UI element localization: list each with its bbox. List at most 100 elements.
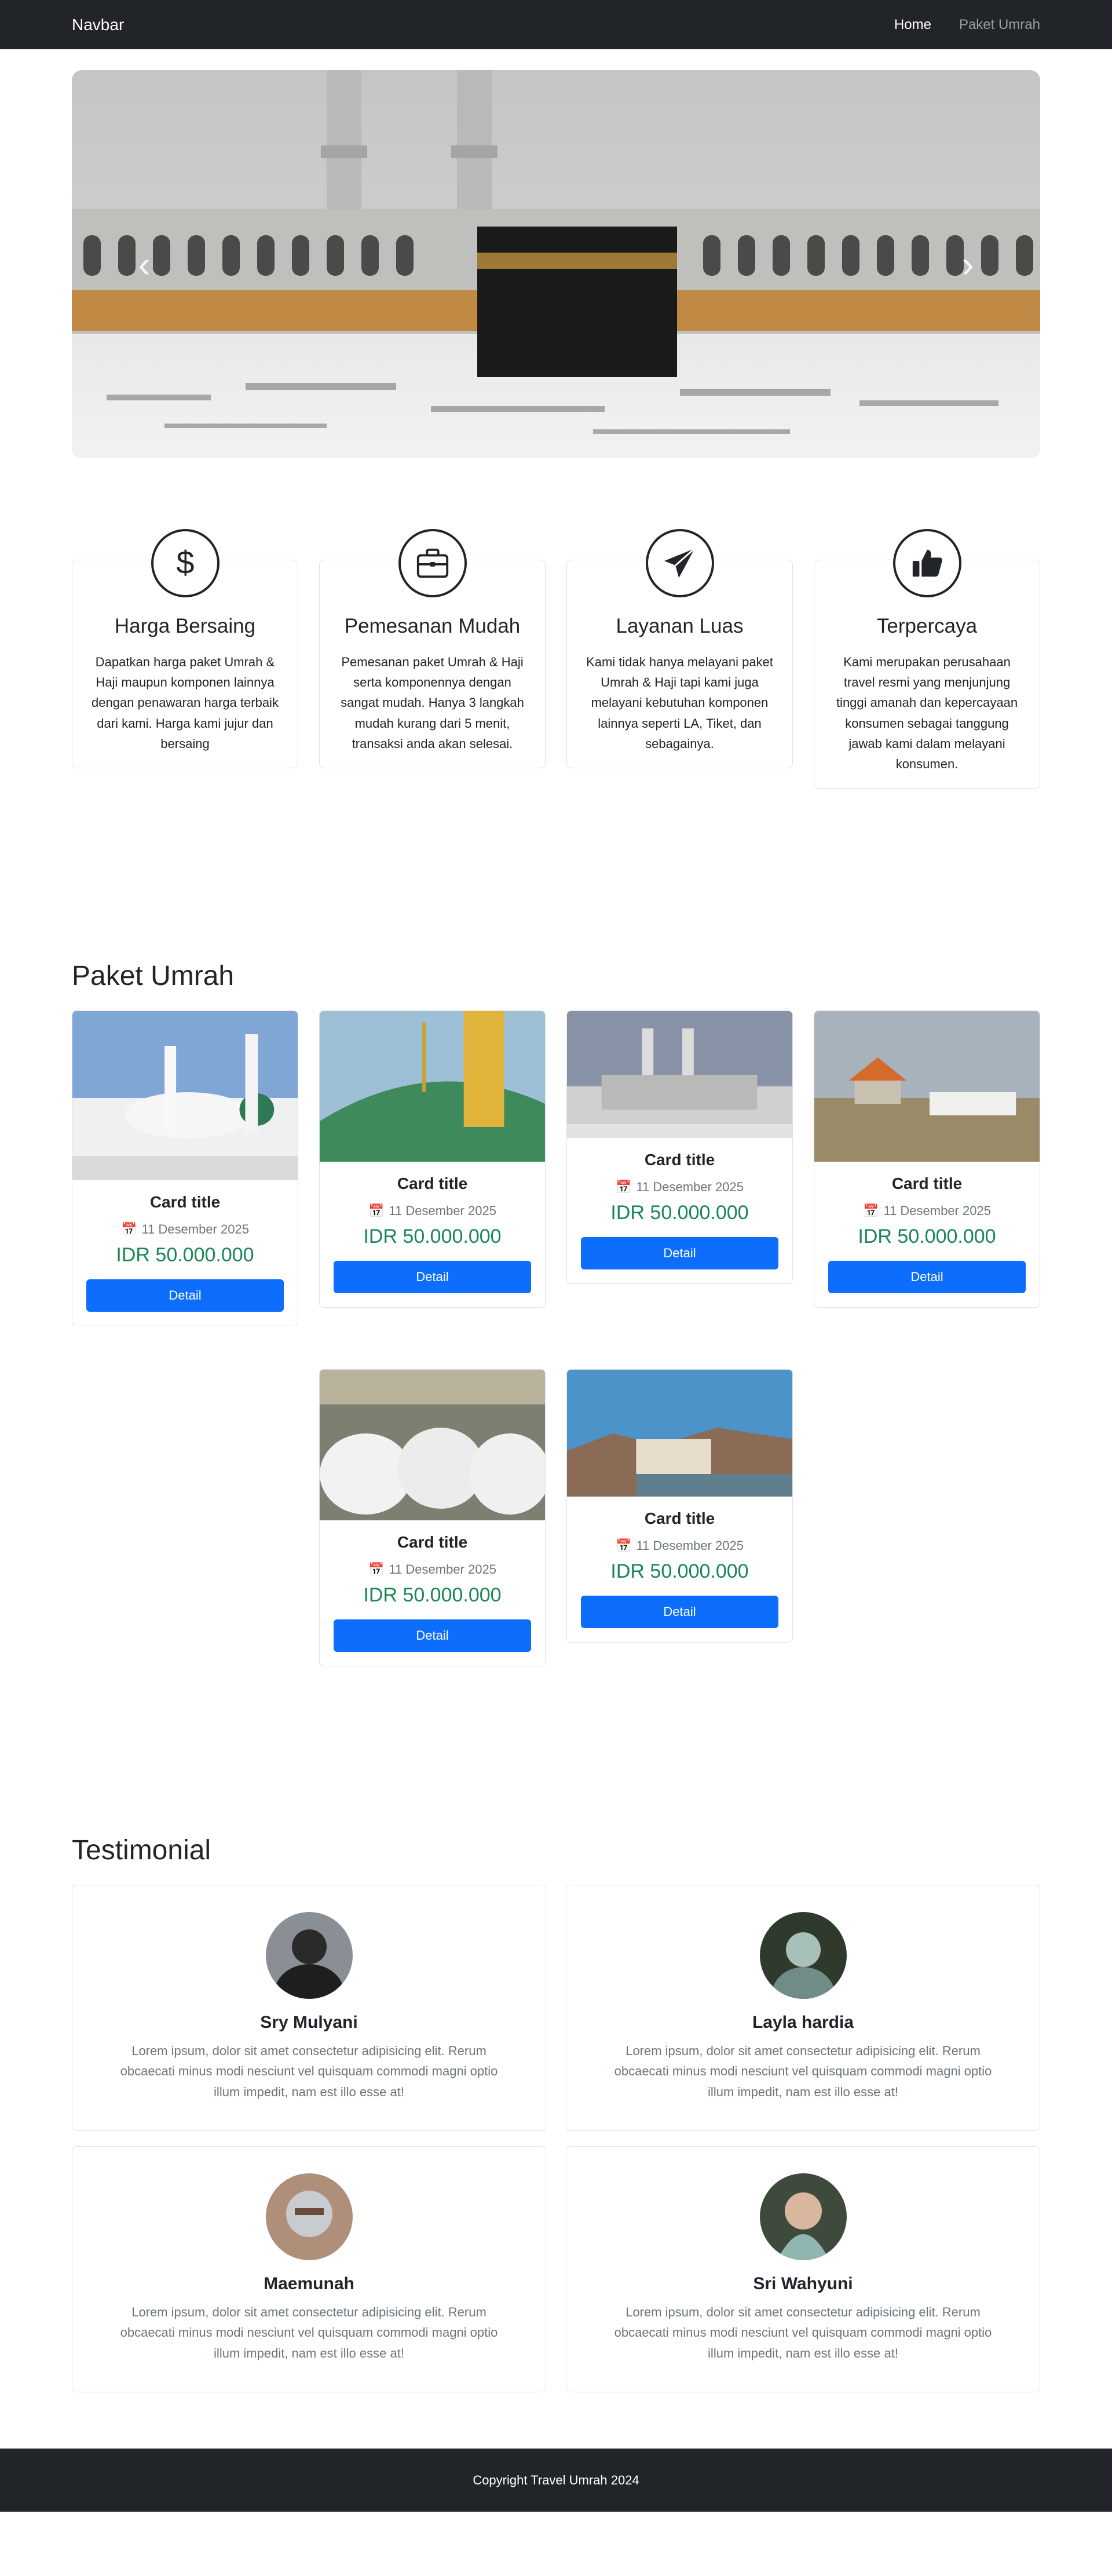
thumbs-up-icon	[892, 529, 961, 597]
feature-desc: Pemesanan paket Umrah & Haji serta kompo…	[341, 655, 524, 751]
testimonial-text: Lorem ipsum, dolor sit amet consectetur …	[120, 2044, 498, 2099]
avatar	[759, 2173, 847, 2261]
package-image	[72, 1011, 298, 1181]
package-date: 📅 11 Desember 2025	[828, 1203, 1026, 1218]
section-title-testimonial: Testimonial	[72, 1835, 211, 1866]
detail-button[interactable]: Detail	[334, 1619, 531, 1652]
package-title: Card title	[149, 1193, 221, 1212]
nav-link-paket-umrah[interactable]: Paket Umrah	[959, 17, 1040, 33]
briefcase-icon	[398, 529, 467, 597]
testimonial-card: Layla hardia Lorem ipsum, dolor sit amet…	[566, 1885, 1040, 2132]
package-card-body: Card title 📅 11 Desember 2025 IDR 50.000…	[567, 1138, 792, 1283]
feature-desc: Kami merupakan perusahaan travel resmi y…	[836, 655, 1018, 771]
package-image	[567, 1011, 792, 1139]
package-price: IDR 50.000.000	[363, 1584, 502, 1607]
calendar-icon: 📅	[616, 1180, 632, 1195]
navbar-brand[interactable]: Navbar	[72, 16, 124, 34]
package-card-body: Card title 📅 11 Desember 2025 IDR 50.000…	[814, 1162, 1040, 1307]
calendar-icon: 📅	[616, 1538, 632, 1553]
paket-umrah-section: Paket Umrah Card title 📅 11 Desember 202…	[72, 960, 1040, 1667]
package-image	[567, 1370, 792, 1497]
testimonial-text: Lorem ipsum, dolor sit amet consectetur …	[614, 2044, 992, 2099]
feature-title: Harga Bersaing	[114, 615, 256, 637]
footer: Copyright Travel Umrah 2024	[0, 2449, 1112, 2512]
main-container: ‹ › $ Harga Bersaing Dapatkan harga pake…	[72, 70, 1040, 2393]
package-title: Card title	[397, 1533, 468, 1552]
package-card: Card title 📅 11 Desember 2025 IDR 50.000…	[566, 1010, 793, 1285]
package-card-body: Card title 📅 11 Desember 2025 IDR 50.000…	[567, 1497, 792, 1642]
detail-button[interactable]: Detail	[86, 1279, 284, 1312]
navbar: Navbar Home Paket Umrah	[0, 0, 1112, 49]
nav-links: Home Paket Umrah	[894, 17, 1040, 33]
package-image	[320, 1370, 545, 1521]
features-section: $ Harga Bersaing Dapatkan harga paket Um…	[72, 529, 1040, 789]
carousel-prev-button[interactable]: ‹	[98, 70, 191, 458]
kaaba-photo	[72, 70, 1040, 458]
section-title-paket: Paket Umrah	[72, 961, 235, 992]
package-price: IDR 50.000.000	[610, 1560, 749, 1583]
package-price: IDR 50.000.000	[858, 1225, 996, 1248]
nav-link-home[interactable]: Home	[894, 17, 931, 33]
detail-button[interactable]: Detail	[581, 1237, 778, 1270]
package-title: Card title	[397, 1174, 468, 1193]
dollar-icon: $	[151, 529, 220, 597]
package-price: IDR 50.000.000	[610, 1202, 749, 1224]
package-date: 📅 11 Desember 2025	[581, 1538, 778, 1553]
footer-copyright: Copyright Travel Umrah 2024	[473, 2472, 639, 2487]
feature-card: $ Harga Bersaing Dapatkan harga paket Um…	[72, 529, 298, 768]
feature-title: Layanan Luas	[616, 615, 744, 637]
chevron-right-icon: ›	[961, 243, 974, 285]
hero-carousel[interactable]: ‹ ›	[72, 70, 1040, 458]
package-card-body: Card title 📅 11 Desember 2025 IDR 50.000…	[72, 1180, 298, 1326]
package-card: Card title 📅 11 Desember 2025 IDR 50.000…	[566, 1369, 793, 1643]
package-card-body: Card title 📅 11 Desember 2025 IDR 50.000…	[320, 1162, 545, 1307]
feature-title: Terpercaya	[876, 615, 978, 637]
testimonial-card: Sri Wahyuni Lorem ipsum, dolor sit amet …	[566, 2146, 1040, 2393]
testimonial-name: Layla hardia	[752, 2013, 854, 2033]
testimonial-grid: Sry Mulyani Lorem ipsum, dolor sit amet …	[72, 1885, 1040, 2393]
detail-button[interactable]: Detail	[334, 1261, 531, 1294]
avatar	[759, 1912, 847, 1999]
testimonial-section: Testimonial Sry Mulyani Lorem ipsum, dol…	[72, 1834, 1040, 2393]
package-price: IDR 50.000.000	[116, 1244, 254, 1267]
paper-plane-icon	[645, 529, 714, 597]
package-card-body: Card title 📅 11 Desember 2025 IDR 50.000…	[320, 1520, 545, 1666]
package-title: Card title	[644, 1151, 715, 1169]
package-date: 📅 11 Desember 2025	[581, 1180, 778, 1195]
carousel-next-button[interactable]: ›	[921, 70, 1014, 458]
detail-button[interactable]: Detail	[581, 1596, 778, 1629]
package-date-text: 11 Desember 2025	[636, 1538, 744, 1553]
feature-card: Terpercaya Kami merupakan perusahaan tra…	[814, 529, 1040, 789]
package-date: 📅 11 Desember 2025	[334, 1203, 531, 1218]
testimonial-name: Maemunah	[264, 2274, 354, 2294]
package-date-text: 11 Desember 2025	[141, 1222, 249, 1237]
testimonial-card: Sry Mulyani Lorem ipsum, dolor sit amet …	[72, 1885, 546, 2132]
package-price: IDR 50.000.000	[363, 1225, 502, 1248]
feature-desc: Dapatkan harga paket Umrah & Haji maupun…	[92, 655, 279, 751]
package-date: 📅 11 Desember 2025	[334, 1562, 531, 1577]
chevron-left-icon: ‹	[138, 243, 151, 285]
card-row: Card title 📅 11 Desember 2025 IDR 50.000…	[72, 1369, 1040, 1667]
feature-desc: Kami tidak hanya melayani paket Umrah & …	[586, 655, 773, 751]
testimonial-name: Sry Mulyani	[260, 2013, 358, 2033]
feature-card: Pemesanan Mudah Pemesanan paket Umrah & …	[319, 529, 546, 768]
detail-button[interactable]: Detail	[828, 1261, 1026, 1294]
testimonial-card: Maemunah Lorem ipsum, dolor sit amet con…	[72, 2146, 546, 2393]
testimonial-name: Sri Wahyuni	[753, 2274, 853, 2294]
feature-title: Pemesanan Mudah	[344, 615, 521, 637]
testimonial-text: Lorem ipsum, dolor sit amet consectetur …	[120, 2305, 498, 2360]
testimonial-text: Lorem ipsum, dolor sit amet consectetur …	[614, 2305, 992, 2360]
calendar-icon: 📅	[368, 1562, 385, 1577]
package-date-text: 11 Desember 2025	[883, 1203, 991, 1218]
package-date-text: 11 Desember 2025	[636, 1180, 744, 1195]
calendar-icon: 📅	[863, 1203, 879, 1218]
avatar	[265, 2173, 353, 2261]
package-title: Card title	[644, 1509, 715, 1528]
card-row: Card title 📅 11 Desember 2025 IDR 50.000…	[72, 1010, 1040, 1327]
calendar-icon: 📅	[368, 1203, 385, 1218]
package-date-text: 11 Desember 2025	[389, 1203, 496, 1218]
package-card: Card title 📅 11 Desember 2025 IDR 50.000…	[814, 1010, 1040, 1308]
package-date-text: 11 Desember 2025	[389, 1562, 496, 1577]
package-image	[320, 1011, 545, 1162]
package-image	[814, 1011, 1040, 1162]
